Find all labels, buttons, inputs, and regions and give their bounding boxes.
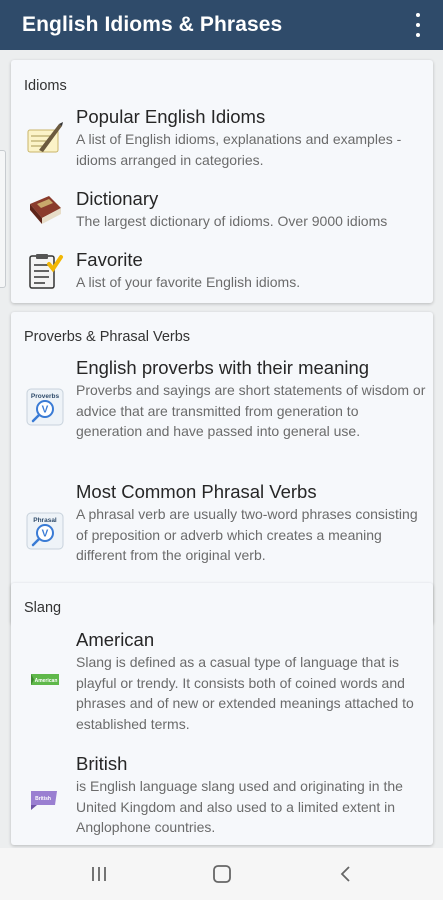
item-title: Most Common Phrasal Verbs bbox=[76, 481, 317, 502]
proverbs-magnifier-icon: Proverbs V bbox=[25, 387, 65, 427]
phrasal-icon-label: Phrasal bbox=[33, 517, 57, 524]
american-icon-label: American bbox=[35, 678, 58, 684]
item-description: Slang is defined as a casual type of lan… bbox=[76, 654, 414, 732]
proverbs-icon-label: Proverbs bbox=[31, 393, 60, 400]
item-title: Popular English Idioms bbox=[76, 106, 266, 127]
dictionary-book-icon bbox=[25, 190, 65, 230]
american-slang-flag-icon: American bbox=[25, 661, 65, 701]
app-bar: English Idioms & Phrases bbox=[0, 0, 443, 50]
main-content: Idioms Popular English Idioms A list of … bbox=[0, 50, 443, 848]
home-icon[interactable] bbox=[212, 864, 232, 884]
phrasal-magnifier-icon: Phrasal V bbox=[25, 511, 65, 551]
card-idioms: Idioms Popular English Idioms A list of … bbox=[11, 60, 433, 303]
item-description: The largest dictionary of idioms. Over 9… bbox=[76, 213, 388, 229]
item-title: English proverbs with their meaning bbox=[76, 357, 370, 378]
item-title: British bbox=[76, 753, 128, 774]
recent-apps-icon[interactable] bbox=[90, 864, 108, 884]
list-item-popular-idioms[interactable]: Popular English Idioms A list of English… bbox=[11, 104, 433, 170]
idioms-quill-icon bbox=[25, 120, 65, 160]
card-slang: Slang American American Slang is defined… bbox=[11, 583, 433, 845]
list-item-american[interactable]: American American Slang is defined as a … bbox=[11, 629, 433, 739]
british-icon-label: British bbox=[35, 796, 51, 802]
section-heading: Proverbs & Phrasal Verbs bbox=[24, 329, 191, 345]
drawer-edge-handle[interactable] bbox=[0, 150, 6, 288]
list-item-dictionary[interactable]: Dictionary The largest dictionary of idi… bbox=[11, 186, 433, 232]
card-proverbs-phrasal: Proverbs & Phrasal Verbs Proverbs V Engl… bbox=[11, 312, 433, 624]
item-title: Dictionary bbox=[76, 188, 159, 209]
more-vert-icon[interactable] bbox=[413, 13, 423, 37]
item-description: A phrasal verb are usually two-word phra… bbox=[76, 506, 418, 564]
app-title: English Idioms & Phrases bbox=[22, 13, 283, 36]
svg-text:V: V bbox=[42, 529, 49, 540]
section-heading: Idioms bbox=[24, 78, 67, 94]
favorite-checklist-icon bbox=[25, 252, 65, 292]
british-slang-flag-icon: British bbox=[25, 779, 65, 819]
svg-text:V: V bbox=[42, 405, 49, 416]
list-item-english-proverbs[interactable]: Proverbs V English proverbs with their m… bbox=[11, 357, 433, 467]
item-title: American bbox=[76, 629, 155, 650]
back-icon[interactable] bbox=[338, 864, 354, 884]
list-item-favorite[interactable]: Favorite A list of your favorite English… bbox=[11, 249, 433, 295]
item-description: A list of your favorite English idioms. bbox=[76, 274, 301, 290]
list-item-british[interactable]: British British is English language slan… bbox=[11, 753, 433, 841]
item-description: A list of English idioms, explanations a… bbox=[76, 131, 402, 168]
section-heading: Slang bbox=[24, 600, 62, 616]
item-description: is English language slang used and origi… bbox=[76, 778, 403, 836]
system-nav-bar bbox=[0, 848, 443, 900]
item-title: Favorite bbox=[76, 249, 143, 270]
item-description: Proverbs and sayings are short statement… bbox=[76, 382, 426, 440]
